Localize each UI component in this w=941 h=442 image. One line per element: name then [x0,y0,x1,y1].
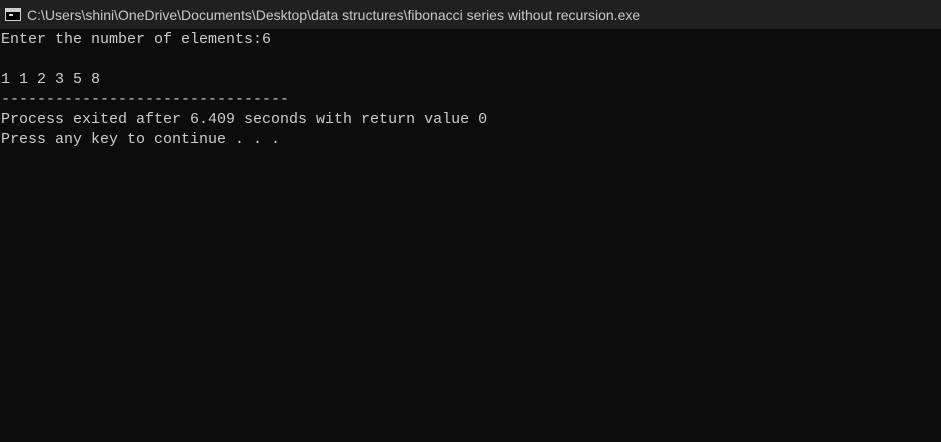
process-exit-line: Process exited after 6.409 seconds with … [1,111,488,128]
window-title: C:\Users\shini\OneDrive\Documents\Deskto… [27,6,641,23]
console-output[interactable]: Enter the number of elements:6 1 1 2 3 5… [1,30,941,442]
prompt-line: Enter the number of elements:6 [1,31,272,48]
title-bar[interactable]: C:\Users\shini\OneDrive\Documents\Deskto… [0,0,941,29]
fibonacci-output-line: 1 1 2 3 5 8 [1,71,101,88]
console-icon [5,8,21,21]
console-window: C:\Users\shini\OneDrive\Documents\Deskto… [0,0,941,442]
press-any-key-line: Press any key to continue . . . [1,131,281,148]
separator-line: -------------------------------- [1,91,290,108]
